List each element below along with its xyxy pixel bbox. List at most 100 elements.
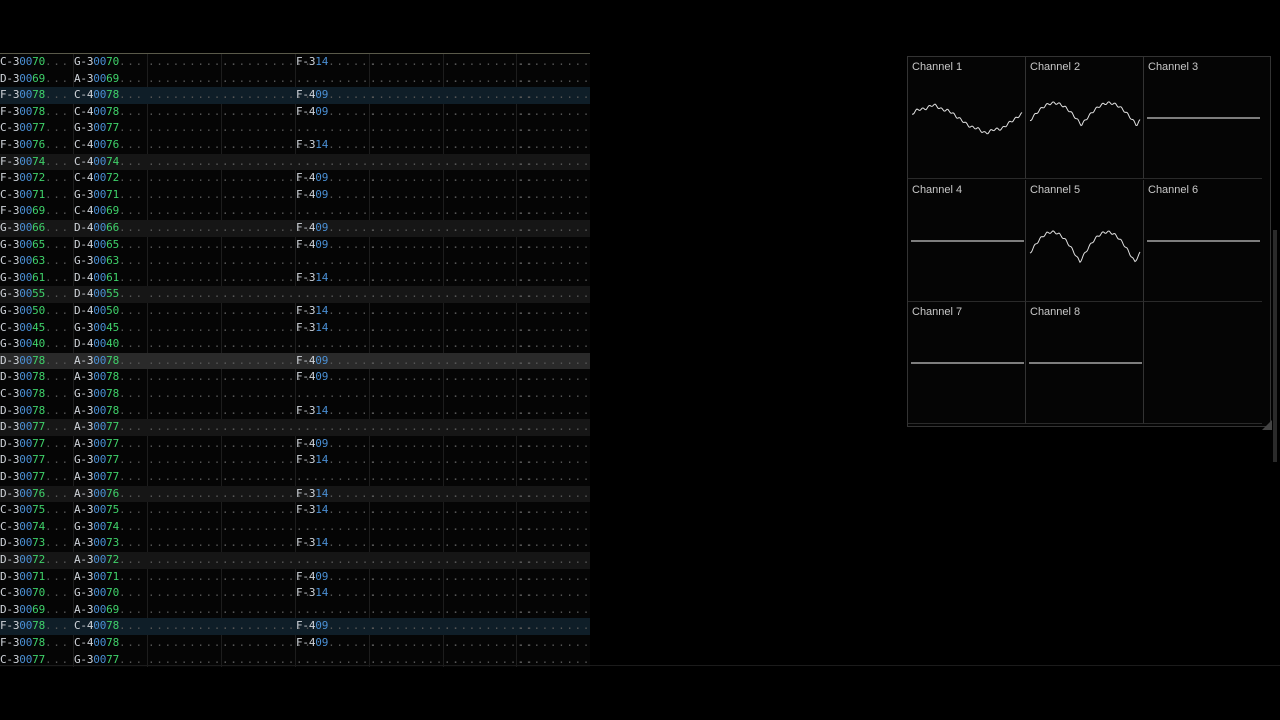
track-cell[interactable]: G-30077... (74, 120, 144, 137)
track-cell[interactable]: ........... (517, 486, 590, 503)
track-cell[interactable]: ........... (517, 618, 590, 635)
track-cell[interactable]: D-30069... (0, 71, 70, 88)
track-cell[interactable]: D-30073... (0, 535, 70, 552)
track-cell[interactable]: ........... (517, 602, 590, 619)
track-cell[interactable]: C-40076... (74, 137, 144, 154)
track-cell[interactable]: C-40078... (74, 87, 144, 104)
track-cell[interactable]: ........... (517, 469, 590, 486)
track-cell[interactable]: C-40074... (74, 154, 144, 171)
pattern-row[interactable]: G-30040... D-40040.......................… (0, 336, 590, 353)
track-cell[interactable]: ........... (517, 320, 590, 337)
track-cell[interactable]: C-40078... (74, 618, 144, 635)
track-cell[interactable]: C-30071... (0, 187, 70, 204)
track-cell[interactable]: ........... (517, 220, 590, 237)
effect-cell[interactable]: F-409...... (296, 353, 377, 370)
effect-cell[interactable]: F-314...... (296, 54, 377, 71)
pattern-row[interactable]: D-30071... A-30071.......................… (0, 569, 590, 586)
track-cell[interactable]: ........... (517, 519, 590, 536)
track-cell[interactable]: ........... (517, 552, 590, 569)
track-cell[interactable]: G-30077... (74, 452, 144, 469)
effect-cell[interactable]: F-314...... (296, 535, 377, 552)
track-cell[interactable]: G-30074... (74, 519, 144, 536)
pattern-row[interactable]: C-30063... G-30063.......................… (0, 253, 590, 270)
track-cell[interactable]: A-30078... (74, 369, 144, 386)
track-cell[interactable]: G-30055... (0, 286, 70, 303)
effect-cell[interactable]: F-314...... (296, 452, 377, 469)
track-cell[interactable]: ........... (517, 303, 590, 320)
track-cell[interactable]: C-40072... (74, 170, 144, 187)
track-cell[interactable]: G-30066... (0, 220, 70, 237)
scrollbar[interactable] (1273, 230, 1277, 462)
pattern-row[interactable]: D-30078... A-30078.......................… (0, 352, 590, 370)
track-cell[interactable]: D-40050... (74, 303, 144, 320)
track-cell[interactable]: ........... (517, 270, 590, 287)
effect-cell[interactable]: F-314...... (296, 403, 377, 420)
effect-cell[interactable]: F-409...... (296, 187, 377, 204)
pattern-row[interactable]: D-30069... A-30069.......................… (0, 71, 590, 88)
pattern-row[interactable]: C-30070... G-30070.......................… (0, 54, 590, 71)
track-cell[interactable]: A-30076... (74, 486, 144, 503)
pattern-editor[interactable]: C-30070... G-30070.......................… (0, 53, 590, 667)
track-cell[interactable]: ........... (517, 635, 590, 652)
track-cell[interactable]: D-30078... (0, 403, 70, 420)
pattern-row[interactable]: C-30070... G-30070.......................… (0, 585, 590, 602)
track-cell[interactable]: D-30077... (0, 419, 70, 436)
track-cell[interactable]: G-30061... (0, 270, 70, 287)
effect-cell[interactable]: F-409...... (296, 87, 377, 104)
pattern-row[interactable]: C-30077... G-30077.......................… (0, 120, 590, 137)
track-cell[interactable]: A-30072... (74, 552, 144, 569)
track-cell[interactable]: ........... (517, 353, 590, 370)
track-cell[interactable]: G-30071... (74, 187, 144, 204)
pattern-row[interactable]: G-30050... D-40050.......................… (0, 303, 590, 320)
track-cell[interactable]: C-40078... (74, 104, 144, 121)
pattern-row[interactable]: C-30074... G-30074.......................… (0, 519, 590, 536)
effect-cell[interactable]: F-409...... (296, 618, 377, 635)
track-cell[interactable]: A-30071... (74, 569, 144, 586)
effect-cell[interactable]: F-314...... (296, 137, 377, 154)
effect-cell[interactable]: F-314...... (296, 502, 377, 519)
track-cell[interactable]: A-30078... (74, 403, 144, 420)
effect-cell[interactable]: F-314...... (296, 486, 377, 503)
pattern-row[interactable]: D-30072... A-30072.......................… (0, 552, 590, 569)
effect-cell[interactable]: F-409...... (296, 369, 377, 386)
pattern-row[interactable]: G-30066... D-40066.......................… (0, 220, 590, 237)
track-cell[interactable]: A-30069... (74, 71, 144, 88)
track-cell[interactable]: D-30077... (0, 452, 70, 469)
track-cell[interactable]: C-40078... (74, 635, 144, 652)
pattern-row[interactable]: C-30078... G-30078.......................… (0, 386, 590, 403)
track-cell[interactable]: ........... (517, 120, 590, 137)
track-cell[interactable]: A-30075... (74, 502, 144, 519)
track-cell[interactable]: G-30063... (74, 253, 144, 270)
track-cell[interactable]: G-30045... (74, 320, 144, 337)
track-cell[interactable]: A-30077... (74, 436, 144, 453)
track-cell[interactable]: ........... (517, 386, 590, 403)
track-cell[interactable]: F-30078... (0, 87, 70, 104)
track-cell[interactable]: ........... (517, 286, 590, 303)
pattern-row[interactable]: G-30055... D-40055.......................… (0, 286, 590, 303)
track-cell[interactable]: D-40040... (74, 336, 144, 353)
track-cell[interactable]: D-30069... (0, 602, 70, 619)
track-cell[interactable]: ........... (517, 170, 590, 187)
effect-cell[interactable]: F-409...... (296, 104, 377, 121)
pattern-row[interactable]: F-30072... C-40072.......................… (0, 170, 590, 187)
track-cell[interactable]: G-30065... (0, 237, 70, 254)
effect-cell[interactable]: F-409...... (296, 436, 377, 453)
track-cell[interactable]: G-30050... (0, 303, 70, 320)
track-cell[interactable]: A-30077... (74, 469, 144, 486)
pattern-row[interactable]: D-30073... A-30073.......................… (0, 535, 590, 552)
pattern-row[interactable]: F-30078... C-40078.......................… (0, 635, 590, 652)
track-cell[interactable]: ........... (517, 585, 590, 602)
track-cell[interactable]: C-30070... (0, 585, 70, 602)
track-cell[interactable]: ........... (517, 253, 590, 270)
track-cell[interactable]: ........... (517, 187, 590, 204)
track-cell[interactable]: F-30078... (0, 618, 70, 635)
pattern-row[interactable]: D-30077... G-30077.......................… (0, 452, 590, 469)
pattern-row[interactable]: D-30076... A-30076.......................… (0, 485, 590, 503)
track-cell[interactable]: G-30070... (74, 585, 144, 602)
track-cell[interactable]: ........... (517, 137, 590, 154)
pattern-row[interactable]: D-30078... A-30078.......................… (0, 403, 590, 420)
pattern-row[interactable]: F-30069... C-40069.......................… (0, 203, 590, 220)
track-cell[interactable]: D-30076... (0, 486, 70, 503)
track-cell[interactable]: C-30045... (0, 320, 70, 337)
effect-cell[interactable]: F-314...... (296, 320, 377, 337)
